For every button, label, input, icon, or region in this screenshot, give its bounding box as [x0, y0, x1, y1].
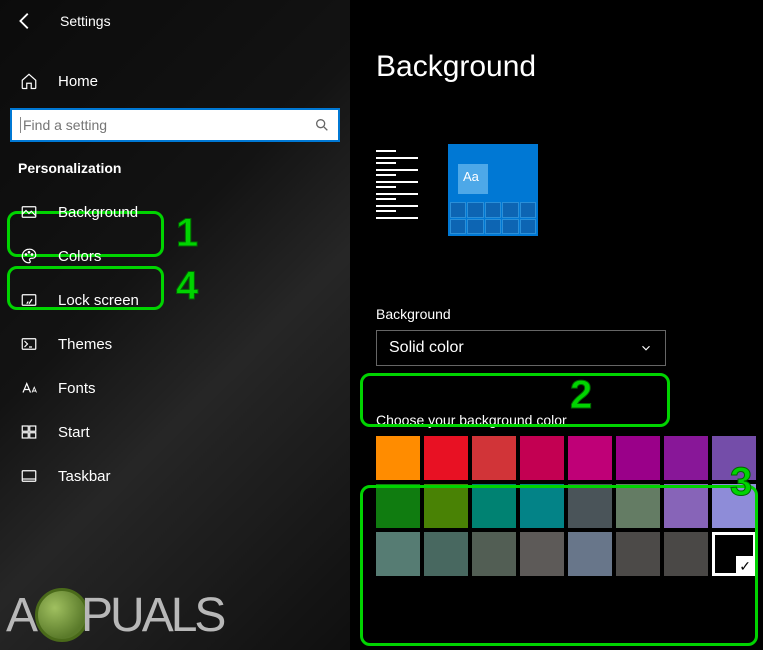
nav-item-label: Start — [58, 424, 90, 441]
color-swatch[interactable] — [616, 532, 660, 576]
nav-item-label: Background — [58, 204, 138, 221]
preview-desktop-icon: Aa — [448, 144, 538, 236]
color-swatch[interactable] — [664, 532, 708, 576]
color-swatch[interactable] — [616, 436, 660, 480]
color-swatch[interactable] — [568, 484, 612, 528]
app-title: Settings — [60, 13, 111, 29]
color-field-label: Choose your background color — [376, 412, 737, 428]
nav-list: Background Colors Lock screen Themes Fon… — [0, 190, 350, 498]
color-swatch[interactable] — [520, 436, 564, 480]
search-input[interactable] — [20, 117, 314, 133]
preview-lines-icon — [376, 144, 418, 236]
color-swatch[interactable] — [376, 436, 420, 480]
preview-area: Aa — [376, 144, 737, 236]
color-swatch[interactable] — [664, 484, 708, 528]
preview-sample-text: Aa — [463, 169, 479, 184]
nav-item-label: Taskbar — [58, 468, 111, 485]
color-swatch[interactable] — [712, 532, 756, 576]
color-swatch[interactable] — [376, 532, 420, 576]
nav-home-label: Home — [58, 73, 98, 90]
palette-icon — [20, 247, 38, 265]
nav-item-label: Lock screen — [58, 292, 139, 309]
home-icon — [20, 72, 38, 90]
color-swatch[interactable] — [424, 532, 468, 576]
nav-item-label: Colors — [58, 248, 101, 265]
color-swatch[interactable] — [568, 436, 612, 480]
color-swatch[interactable] — [472, 532, 516, 576]
nav-home[interactable]: Home — [0, 72, 350, 90]
taskbar-icon — [20, 467, 38, 485]
main-panel: Background Aa Background Solid color Cho… — [350, 0, 763, 650]
color-swatch[interactable] — [664, 436, 708, 480]
nav-background[interactable]: Background — [0, 190, 350, 234]
color-swatch[interactable] — [424, 436, 468, 480]
nav-taskbar[interactable]: Taskbar — [0, 454, 350, 498]
color-swatch[interactable] — [472, 436, 516, 480]
color-swatch[interactable] — [520, 484, 564, 528]
sidebar: Settings Home Personalization Background… — [0, 0, 350, 650]
color-swatch[interactable] — [616, 484, 660, 528]
back-icon[interactable] — [14, 10, 36, 32]
page-title: Background — [376, 50, 737, 84]
section-label: Personalization — [18, 160, 350, 176]
dropdown-value: Solid color — [389, 339, 464, 357]
nav-item-label: Themes — [58, 336, 112, 353]
nav-themes[interactable]: Themes — [0, 322, 350, 366]
chevron-down-icon — [639, 341, 653, 355]
color-swatch[interactable] — [376, 484, 420, 528]
picture-icon — [20, 203, 38, 221]
nav-fonts[interactable]: Fonts — [0, 366, 350, 410]
nav-lockscreen[interactable]: Lock screen — [0, 278, 350, 322]
color-swatch[interactable] — [712, 484, 756, 528]
background-dropdown[interactable]: Solid color — [376, 330, 666, 366]
search-icon — [314, 117, 330, 133]
color-swatch[interactable] — [424, 484, 468, 528]
color-swatch[interactable] — [472, 484, 516, 528]
themes-icon — [20, 335, 38, 353]
nav-item-label: Fonts — [58, 380, 96, 397]
background-field-label: Background — [376, 306, 737, 322]
search-box[interactable] — [10, 108, 340, 142]
fonts-icon — [20, 379, 38, 397]
nav-start[interactable]: Start — [0, 410, 350, 454]
color-swatch[interactable] — [568, 532, 612, 576]
color-swatch[interactable] — [520, 532, 564, 576]
nav-colors[interactable]: Colors — [0, 234, 350, 278]
color-swatch-grid — [376, 436, 737, 576]
start-icon — [20, 423, 38, 441]
color-swatch[interactable] — [712, 436, 756, 480]
lockscreen-icon — [20, 291, 38, 309]
header-row: Settings — [0, 8, 350, 32]
